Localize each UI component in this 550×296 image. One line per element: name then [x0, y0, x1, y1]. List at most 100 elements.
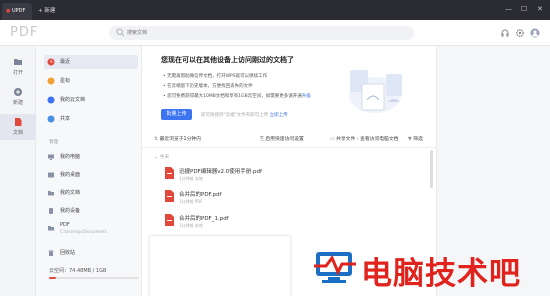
- desktop-icon: [48, 172, 54, 178]
- sidebar-section-title: 管理: [49, 140, 58, 145]
- file-row[interactable]: 合并后的PDF_1.pdf 1分钟前 本地: [154, 211, 430, 233]
- sidebar-item-label: 星标: [60, 78, 71, 84]
- sidebar-item-label: 回收站: [60, 250, 76, 256]
- header: PDF: [0, 20, 550, 46]
- device-icon: [49, 208, 53, 214]
- app-logo: ●: [6, 8, 11, 14]
- file-meta: 1分钟前 本地: [179, 223, 203, 228]
- sidebar-item-label: 共享: [60, 116, 71, 122]
- filter-label: 筛选: [413, 137, 423, 142]
- banner-bullet-text: 无需再借助微信传文档，打开WPS就可以继续工作: [167, 74, 268, 79]
- star-icon: [47, 77, 55, 85]
- chevron-down-icon: ⌄: [154, 155, 159, 160]
- sort-dropdown[interactable]: ⇅ 最近浏览于1分钟内: [154, 135, 201, 142]
- folder-open-icon: [14, 59, 22, 65]
- avatar[interactable]: [530, 28, 540, 38]
- sort-label: 最近浏览于1分钟内: [159, 137, 201, 142]
- file-toolbar: ⇅ 最近浏览于1分钟内 ⎘ 启用快速访问设置 ▭ 共享文件 - 查看访问电脑文档…: [142, 128, 436, 148]
- clock-icon: [47, 58, 55, 66]
- file-name: 合并后的PDF.pdf: [179, 192, 222, 198]
- file-name: 合并后的PDF_1.pdf: [179, 216, 229, 222]
- cloud-icon: [47, 96, 55, 104]
- gear-icon[interactable]: [515, 28, 525, 38]
- sidebar-item-cloud[interactable]: 我的云文档: [44, 93, 138, 107]
- minimize-button[interactable]: —: [505, 4, 512, 14]
- pdf-file-icon: [165, 214, 174, 226]
- share-access-button[interactable]: ▭ 共享文件 - 查看访问电脑文档: [330, 135, 398, 142]
- upload-now-link[interactable]: 立即上传: [270, 113, 288, 118]
- close-button[interactable]: ✕: [537, 4, 543, 14]
- banner-bullet: • 您可免费获得最大10MB文档和享有1GB云空间，如需要更多请开通升级: [163, 94, 311, 99]
- trash-icon: [48, 250, 54, 256]
- upgrade-link[interactable]: 升级: [302, 94, 311, 99]
- nav-open-label: 打开: [12, 70, 23, 76]
- sidebar-item-label: 我的设备: [60, 208, 81, 214]
- sidebar-item-path: C:\Users\pc\Documents: [60, 229, 107, 234]
- quick-access-button[interactable]: ⎘ 启用快速访问设置: [260, 135, 304, 142]
- file-row[interactable]: 合并后的PDF.pdf 1分钟前 PDF: [154, 187, 430, 209]
- upload-hint: 即可拖拽到"云端"文件夹即可上传 立即上传: [201, 112, 288, 118]
- new-tab-button[interactable]: + 新建: [38, 3, 55, 20]
- nav-new-label: 新建: [12, 100, 23, 106]
- storage-progress-fill: [49, 277, 56, 279]
- sidebar-item-mydocs[interactable]: 我的文档: [44, 186, 138, 200]
- link-icon: ⎘: [260, 137, 264, 142]
- sidebar-item-computer[interactable]: 我的电脑: [44, 150, 138, 164]
- folder-icon: [48, 226, 54, 231]
- banner-bullet: • 无需再借助微信传文档，打开WPS就可以继续工作: [163, 74, 268, 79]
- nav-new[interactable]: 新建: [0, 84, 36, 110]
- sidebar-item-label: 我的电脑: [60, 154, 81, 160]
- watermark-text: 电脑技术吧: [361, 256, 521, 292]
- batch-upload-button[interactable]: 批量上传: [161, 109, 192, 120]
- watermark-logo: [314, 252, 356, 283]
- file-meta: 1分钟前 PDF: [179, 199, 203, 204]
- sidebar-item-label: 我的文档: [60, 190, 81, 196]
- document-tab-label: UPDF: [11, 8, 26, 14]
- document-icon: [15, 118, 22, 126]
- sidebar-item-trash[interactable]: 回收站: [44, 246, 138, 260]
- document-tab[interactable]: ● UPDF: [2, 3, 32, 20]
- storage-progress: [49, 277, 139, 279]
- sidebar-item-label: 最近: [60, 59, 71, 65]
- nav-open[interactable]: 打开: [0, 54, 36, 80]
- quick-access-label: 启用快速访问设置: [265, 137, 304, 142]
- popup-panel: [150, 236, 290, 296]
- file-name: 迅捷PDF编辑器v2.0使用手册.pdf: [179, 169, 262, 175]
- scrollbar[interactable]: [430, 150, 433, 188]
- sidebar-item-label: 我的云文档: [60, 97, 86, 103]
- share-access-label: 共享文件 - 查看访问电脑文档: [336, 137, 399, 142]
- sidebar-item-devices[interactable]: 我的设备: [44, 204, 138, 218]
- sidebar-item-recent[interactable]: 最近: [44, 55, 138, 69]
- banner-bullet-text: 在云端留下历史版本，方便找回丢失的文件: [167, 84, 253, 89]
- maximize-button[interactable]: ☐: [521, 4, 527, 14]
- filter-icon: ▼: [408, 137, 412, 142]
- file-meta: 1分钟前 本地: [179, 176, 203, 181]
- brand-logo: PDF: [10, 25, 39, 40]
- share-icon: [47, 115, 55, 123]
- sidebar-item-starred[interactable]: 星标: [44, 74, 138, 88]
- monitor-icon: ▭: [330, 137, 335, 142]
- sidebar-item-shared[interactable]: 共享: [44, 112, 138, 126]
- headset-icon[interactable]: [500, 28, 510, 38]
- new-doc-icon: [14, 88, 22, 96]
- nav-documents[interactable]: 文档: [0, 114, 36, 140]
- banner-title: 您现在可以在其他设备上访问刚过的文档了: [161, 56, 294, 64]
- banner-bullet-text: 您可免费获得最大10MB文档和享有1GB云空间，如需要更多请开通: [167, 94, 302, 99]
- sidebar-item-pdf-folder[interactable]: PDF C:\Users\pc\Documents: [44, 221, 138, 235]
- filter-button[interactable]: ▼ 筛选: [408, 135, 423, 142]
- left-nav: 打开 新建 文档: [0, 46, 36, 296]
- cloud-sync-illustration: [349, 70, 402, 113]
- group-label: 今天: [159, 155, 170, 160]
- sidebar-item-desktop[interactable]: 我的桌面: [44, 168, 138, 182]
- folder-icon: [48, 191, 54, 196]
- sidebar-item-label: 我的桌面: [60, 172, 81, 178]
- pdf-file-icon: [165, 190, 174, 202]
- nav-documents-label: 文档: [12, 130, 23, 136]
- title-bar: ● UPDF + 新建 — ☐ ✕: [0, 0, 550, 20]
- search-input[interactable]: [109, 26, 414, 40]
- storage-label: 云空间：74.48MB / 1GB: [49, 268, 107, 274]
- pdf-file-icon: [165, 167, 174, 179]
- computer-icon: [48, 154, 54, 160]
- file-row[interactable]: 迅捷PDF编辑器v2.0使用手册.pdf 1分钟前 本地: [154, 164, 430, 186]
- upload-hint-text: 即可拖拽到"云端"文件夹即可上传: [201, 113, 269, 118]
